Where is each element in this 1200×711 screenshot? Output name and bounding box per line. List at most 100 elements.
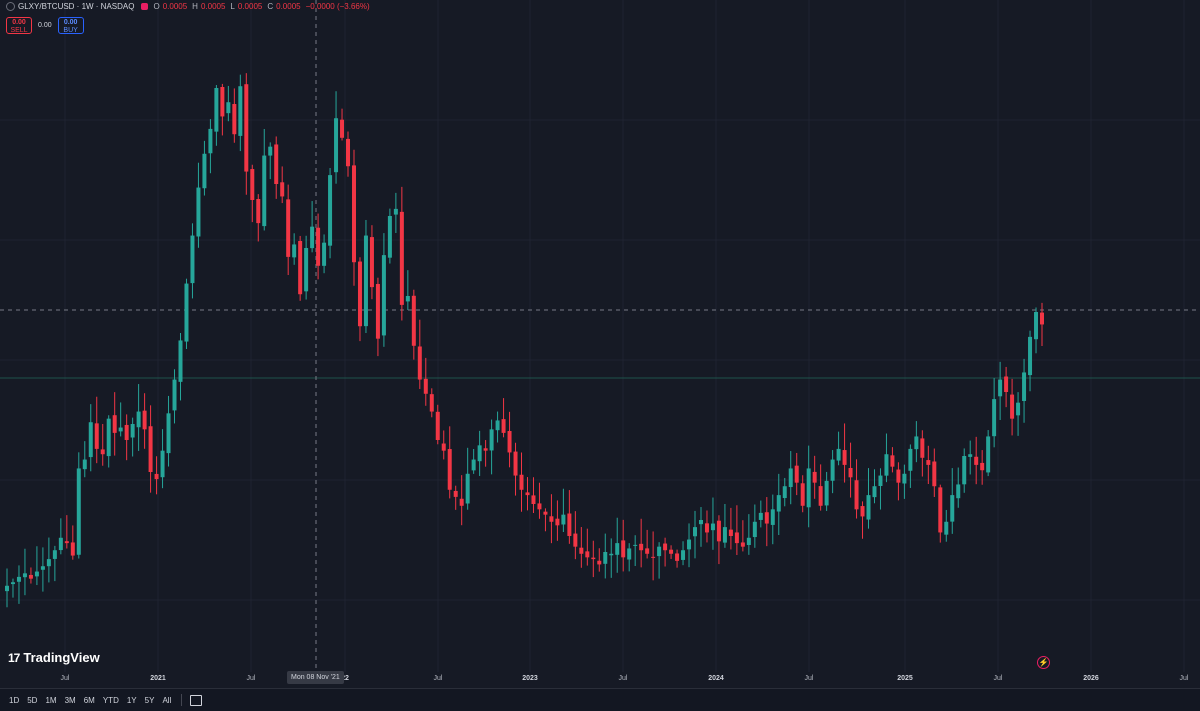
buy-button[interactable]: 0.00 BUY xyxy=(57,17,84,34)
candle-body xyxy=(196,187,201,237)
chart-legend: GLXY/BTCUSD · 1W · NASDAQ O 0.0005 H 0.000… xyxy=(6,2,372,11)
candle-body xyxy=(441,443,446,451)
candle-body xyxy=(944,521,949,535)
candle-body xyxy=(106,418,111,457)
range-ytd[interactable]: YTD xyxy=(99,696,123,705)
range-5d[interactable]: 5D xyxy=(23,696,41,705)
candle-body xyxy=(836,448,841,461)
candle-body xyxy=(346,138,351,167)
candle-body xyxy=(1034,312,1039,340)
candle-body xyxy=(609,553,614,556)
candle-body xyxy=(190,235,195,284)
candle-body xyxy=(603,552,608,564)
time-axis[interactable]: Jul 2021 Jul 22 Jul 2023 Jul 2024 Jul 2025 Jul 2026… xyxy=(0,672,1200,688)
high-value: 0.0005 xyxy=(200,2,226,11)
range-3m[interactable]: 3M xyxy=(61,696,80,705)
candle-body xyxy=(316,227,321,266)
candle-body xyxy=(100,449,105,455)
candle-body xyxy=(824,480,829,506)
sell-label: SELL xyxy=(10,27,28,34)
candle-body xyxy=(519,474,524,490)
candle-body xyxy=(148,426,153,472)
candle-body xyxy=(872,486,877,498)
candle-body xyxy=(340,119,345,138)
candle-body xyxy=(992,399,997,437)
close-label: C xyxy=(267,2,274,11)
candle-body xyxy=(375,283,380,339)
candle-body xyxy=(818,486,823,506)
candle-body xyxy=(962,456,967,485)
candle-body xyxy=(429,394,434,412)
candle-body xyxy=(740,542,745,547)
candle-body xyxy=(1010,394,1015,419)
range-all[interactable]: All xyxy=(158,696,175,705)
range-5y[interactable]: 5Y xyxy=(141,696,159,705)
candle-body xyxy=(178,340,183,382)
candle-body xyxy=(5,585,9,592)
candle-body xyxy=(393,208,398,215)
candle-body xyxy=(298,240,303,295)
candle-body xyxy=(262,155,267,227)
candle-body xyxy=(585,551,590,558)
candle-body xyxy=(154,473,159,480)
range-6m[interactable]: 6M xyxy=(80,696,99,705)
candle-body xyxy=(238,86,243,136)
candle-body xyxy=(537,503,542,510)
candle-body xyxy=(1040,312,1044,325)
candle-body xyxy=(986,436,991,473)
range-1m[interactable]: 1M xyxy=(41,696,60,705)
candle-body xyxy=(286,199,291,257)
candle-body xyxy=(124,424,129,440)
close-value: 0.0005 xyxy=(276,2,301,11)
open-value: 0.0005 xyxy=(162,2,188,11)
candle-body xyxy=(848,467,853,478)
candle-body xyxy=(693,527,698,537)
candle-body xyxy=(22,573,27,578)
candle-body xyxy=(423,378,428,394)
candle-body xyxy=(896,469,901,483)
candle-body xyxy=(172,379,177,411)
candle-body xyxy=(806,468,811,508)
candle-body xyxy=(704,523,709,533)
candle-body xyxy=(1004,376,1009,392)
candle-body xyxy=(310,226,315,249)
candle-body xyxy=(507,431,512,453)
candle-body xyxy=(214,88,219,132)
candle-body xyxy=(842,450,847,465)
buy-price: 0.00 xyxy=(63,19,78,26)
candle-body xyxy=(495,420,500,431)
candle-body xyxy=(64,541,69,544)
candle-body xyxy=(728,529,733,536)
candle-body xyxy=(483,448,488,451)
candle-body xyxy=(687,539,692,550)
candle-body xyxy=(663,543,668,551)
time-axis-label: 2024 xyxy=(708,675,724,682)
symbol-title[interactable]: GLXY/BTCUSD · 1W · NASDAQ xyxy=(18,2,134,11)
candle-body xyxy=(369,237,374,288)
lightning-icon[interactable]: ⚡ xyxy=(1037,656,1050,669)
eye-icon[interactable] xyxy=(141,3,149,10)
range-1d[interactable]: 1D xyxy=(5,696,23,705)
candle-body xyxy=(675,553,680,561)
candle-body xyxy=(435,411,440,440)
candle-body xyxy=(244,84,249,172)
candle-body xyxy=(639,543,644,551)
open-label: O xyxy=(153,2,160,11)
candle-body xyxy=(274,144,279,184)
candle-body xyxy=(734,532,739,544)
candle-body xyxy=(812,471,817,483)
candle-body xyxy=(567,513,572,536)
candle-body xyxy=(142,410,147,430)
candle-body xyxy=(304,248,309,292)
calendar-range-icon[interactable] xyxy=(190,694,203,706)
candlestick-chart[interactable] xyxy=(0,0,1200,688)
candle-body xyxy=(980,462,985,471)
range-1y[interactable]: 1Y xyxy=(123,696,141,705)
candle-body xyxy=(525,492,530,496)
tradingview-logo[interactable]: 17 TradingView xyxy=(8,650,100,665)
candle-body xyxy=(202,153,207,189)
sell-button[interactable]: 0.00 SELL xyxy=(6,17,32,34)
candle-body xyxy=(854,480,859,510)
candle-body xyxy=(974,456,979,465)
candle-body xyxy=(220,87,225,117)
